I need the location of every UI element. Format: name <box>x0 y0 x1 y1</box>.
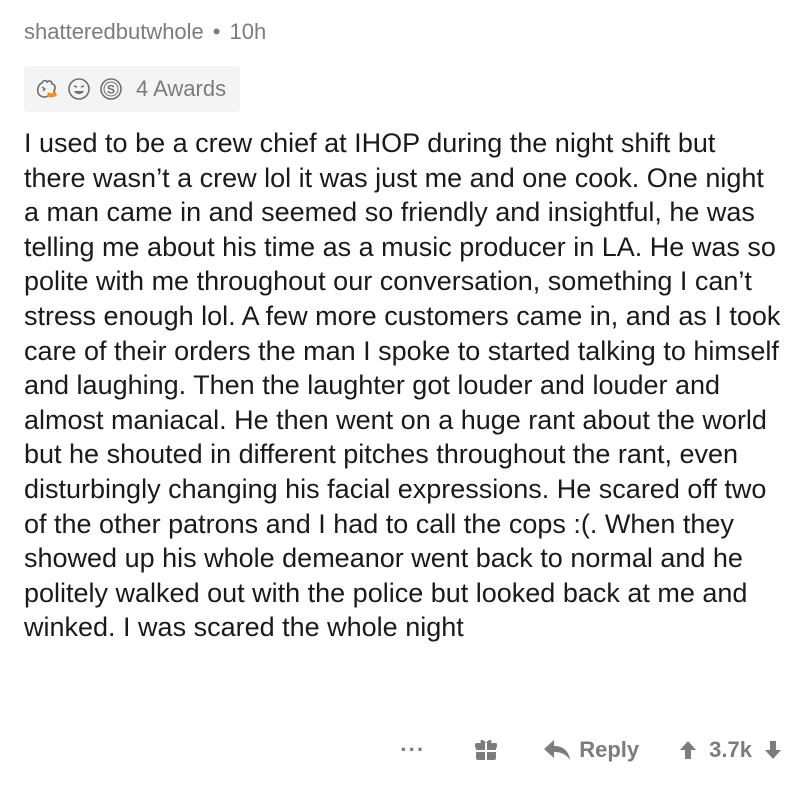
upvote-arrow-icon <box>680 741 697 759</box>
comment: shatteredbutwhole • 10h S 4 Awards I use… <box>24 14 784 645</box>
gift-icon <box>475 739 498 760</box>
upvote-button[interactable] <box>679 740 697 760</box>
silver-s-icon: S <box>98 76 124 102</box>
comment-author[interactable]: shatteredbutwhole <box>24 19 204 45</box>
reply-arrow-icon <box>544 740 571 760</box>
comment-meta: shatteredbutwhole • 10h <box>24 14 784 50</box>
give-award-button[interactable] <box>473 737 499 763</box>
awards-label: 4 Awards <box>136 76 227 101</box>
comment-age: 10h <box>229 19 267 44</box>
downvote-button[interactable] <box>764 740 782 760</box>
comment-actions: ··· Reply 3.7k <box>400 728 782 772</box>
awards-pill[interactable]: S 4 Awards <box>24 66 241 112</box>
downvote-arrow-icon <box>765 741 781 759</box>
meta-separator: • <box>212 19 221 44</box>
svg-text:S: S <box>107 83 115 97</box>
wholesome-seal-icon <box>34 76 60 102</box>
more-options-button[interactable]: ··· <box>400 737 425 763</box>
reply-label: Reply <box>579 737 640 762</box>
comment-body: I used to be a crew chief at IHOP during… <box>24 128 781 643</box>
vote-score: 3.7k <box>709 737 752 762</box>
reply-button[interactable]: Reply <box>543 737 639 763</box>
laughing-face-icon <box>66 76 92 102</box>
